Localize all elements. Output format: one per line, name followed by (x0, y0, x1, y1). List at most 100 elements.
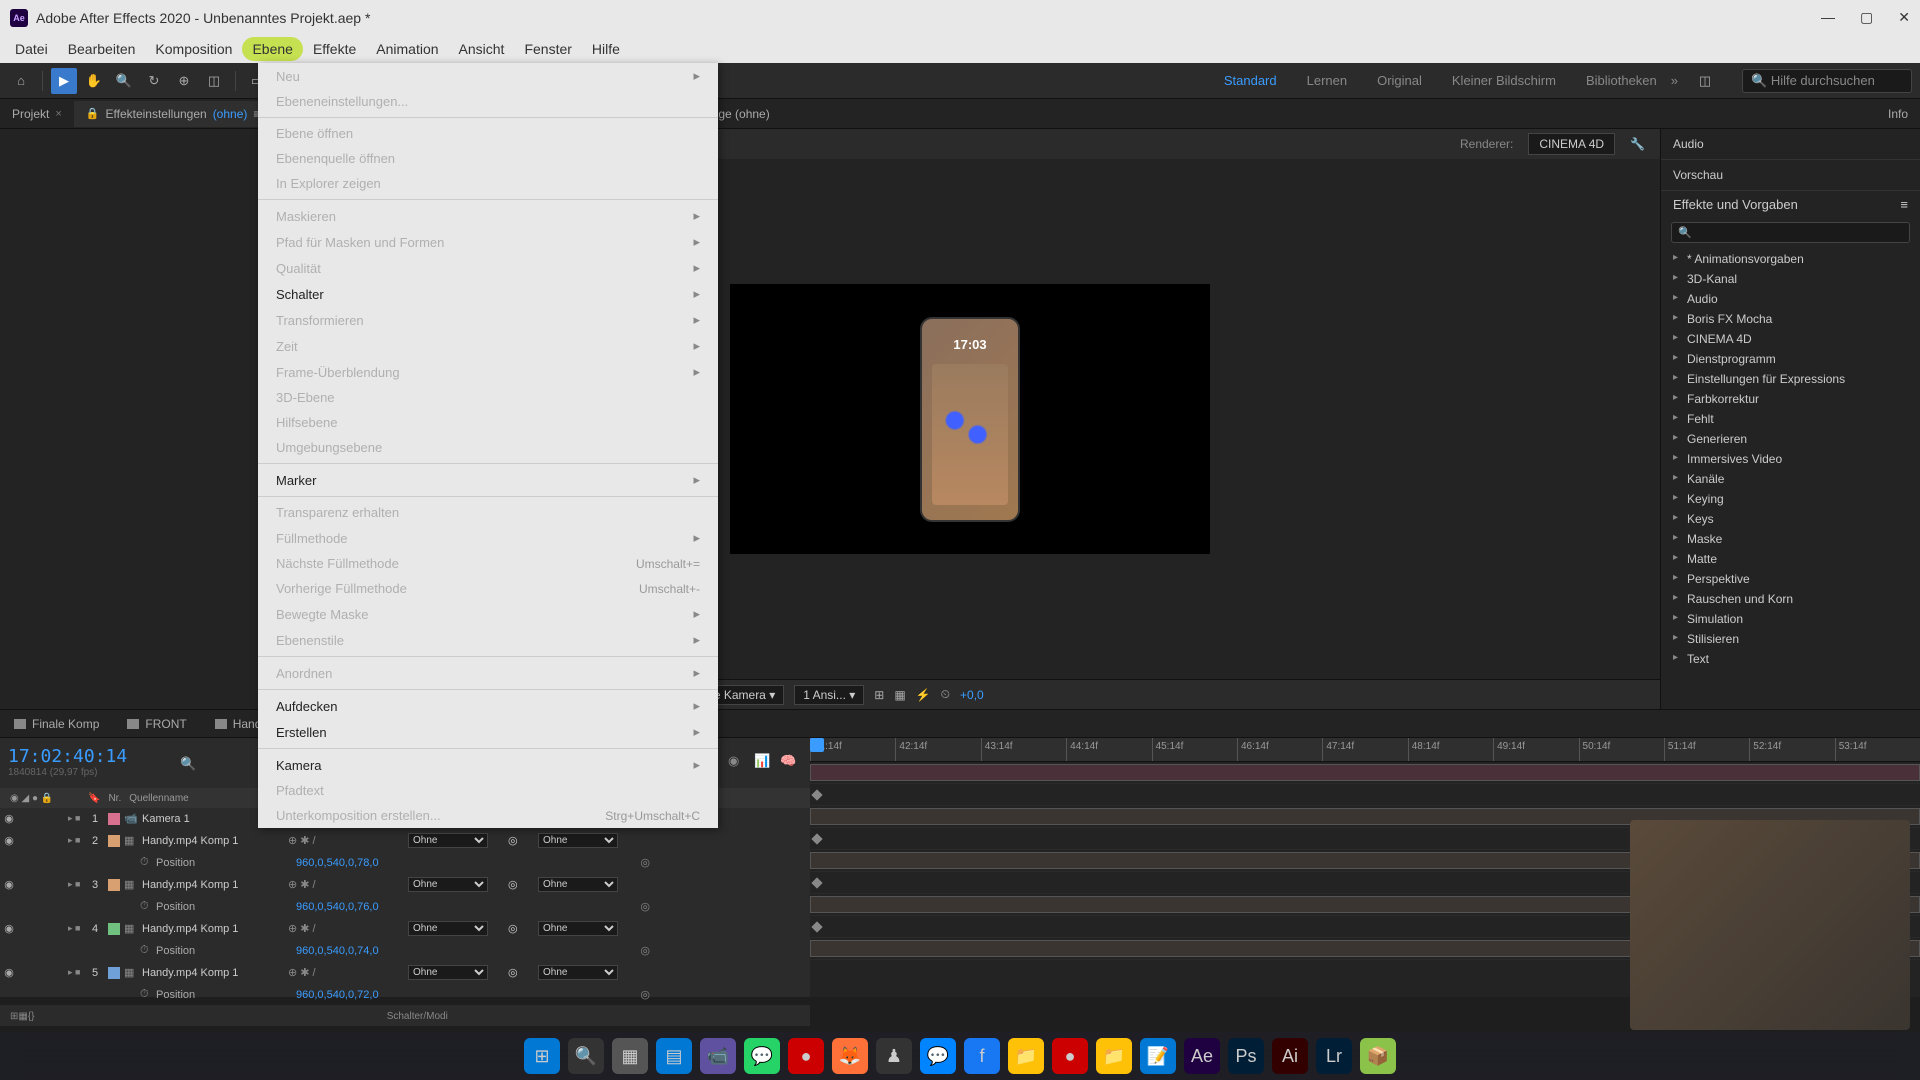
toggle-icon-3[interactable]: {} (28, 1011, 35, 1022)
effect-category[interactable]: Immersives Video (1673, 449, 1908, 469)
taskbar-app[interactable]: f (964, 1038, 1000, 1074)
effect-category[interactable]: Matte (1673, 549, 1908, 569)
effect-category[interactable]: Maske (1673, 529, 1908, 549)
effect-category[interactable]: Simulation (1673, 609, 1908, 629)
menu-bearbeiten[interactable]: Bearbeiten (58, 37, 146, 61)
taskbar-app[interactable]: 💬 (920, 1038, 956, 1074)
selection-tool[interactable]: ▶ (51, 68, 77, 94)
graph-icon[interactable]: 📊 (754, 753, 774, 773)
timeline-tab[interactable]: FRONT (113, 711, 200, 737)
pixel-icon[interactable]: ▦ (894, 688, 905, 702)
effect-category[interactable]: 3D-Kanal (1673, 269, 1908, 289)
effect-category[interactable]: Fehlt (1673, 409, 1908, 429)
effect-category[interactable]: * Animationsvorgaben (1673, 249, 1908, 269)
hand-tool[interactable]: ✋ (81, 68, 107, 94)
layer-row[interactable]: ◉▸ ■3▦Handy.mp4 Komp 1⊕ ✱ /Ohne◎Ohne (0, 874, 810, 896)
taskbar-app[interactable]: ● (1052, 1038, 1088, 1074)
toggle-icon-2[interactable]: ▦ (18, 1011, 27, 1022)
menu-item-kamera[interactable]: Kamera▸ (258, 752, 718, 778)
timeline-timecode[interactable]: 17:02:40:14 (8, 746, 172, 767)
exposure-value[interactable]: +0,0 (960, 688, 984, 702)
effect-category[interactable]: Stilisieren (1673, 629, 1908, 649)
taskbar-app[interactable]: 📝 (1140, 1038, 1176, 1074)
timeline-tab[interactable]: Finale Komp (0, 711, 113, 737)
menu-effekte[interactable]: Effekte (303, 37, 366, 61)
taskbar-app[interactable]: Ae (1184, 1038, 1220, 1074)
camera-tool[interactable]: ◫ (201, 68, 227, 94)
views-select[interactable]: 1 Ansi... ▾ (794, 685, 864, 705)
preview-section[interactable]: Vorschau (1661, 160, 1920, 191)
effect-category[interactable]: Keys (1673, 509, 1908, 529)
menu-ansicht[interactable]: Ansicht (449, 37, 515, 61)
composition-viewport[interactable]: 17:03 (730, 284, 1210, 554)
help-search[interactable]: 🔍 Hilfe durchsuchen (1742, 69, 1912, 93)
taskbar-app[interactable]: 📦 (1360, 1038, 1396, 1074)
effect-category[interactable]: Audio (1673, 289, 1908, 309)
effects-search[interactable]: 🔍 (1671, 222, 1910, 243)
timeline-ruler[interactable]: 41:14f42:14f43:14f44:14f45:14f46:14f47:1… (810, 738, 1920, 762)
grid-icon[interactable]: ⊞ (874, 688, 884, 702)
property-row[interactable]: ⏱Position960,0,540,0,72,0◎ (0, 984, 810, 1006)
taskbar-app[interactable]: ♟ (876, 1038, 912, 1074)
taskbar-app[interactable]: 📁 (1096, 1038, 1132, 1074)
menu-ebene[interactable]: Ebene (242, 37, 302, 61)
workspace-lernen[interactable]: Lernen (1307, 73, 1347, 88)
brain-icon[interactable]: 🧠 (780, 753, 800, 773)
menu-datei[interactable]: Datei (5, 37, 58, 61)
layer-row[interactable]: ◉▸ ■2▦Handy.mp4 Komp 1⊕ ✱ /Ohne◎Ohne (0, 830, 810, 852)
effects-presets-header[interactable]: Effekte und Vorgaben≡ (1661, 191, 1920, 218)
property-row[interactable]: ⏱Position960,0,540,0,74,0◎ (0, 940, 810, 962)
menu-item-schalter[interactable]: Schalter▸ (258, 281, 718, 307)
info-tab[interactable]: Info (1876, 101, 1920, 127)
taskbar-app[interactable]: ▤ (656, 1038, 692, 1074)
project-tab[interactable]: Projekt× (0, 101, 74, 127)
effect-category[interactable]: Keying (1673, 489, 1908, 509)
menu-item-aufdecken[interactable]: Aufdecken▸ (258, 693, 718, 719)
effect-category[interactable]: Text (1673, 649, 1908, 669)
fast-preview-icon[interactable]: ⚡ (916, 688, 931, 702)
menu-komposition[interactable]: Komposition (145, 37, 242, 61)
workspace-bibliotheken[interactable]: Bibliotheken (1586, 73, 1657, 88)
taskbar-app[interactable]: 🦊 (832, 1038, 868, 1074)
taskbar-app[interactable]: 📹 (700, 1038, 736, 1074)
taskbar-app[interactable]: 🔍 (568, 1038, 604, 1074)
property-row[interactable]: ⏱Position960,0,540,0,78,0◎ (0, 852, 810, 874)
effect-category[interactable]: CINEMA 4D (1673, 329, 1908, 349)
menu-item-marker[interactable]: Marker▸ (258, 467, 718, 493)
taskbar-app[interactable]: Ai (1272, 1038, 1308, 1074)
workspace-standard[interactable]: Standard (1224, 73, 1277, 88)
workspace-original[interactable]: Original (1377, 73, 1422, 88)
workspace-kleiner bildschirm[interactable]: Kleiner Bildschirm (1452, 73, 1556, 88)
maximize-button[interactable]: ▢ (1860, 9, 1873, 26)
close-button[interactable]: ✕ (1898, 9, 1910, 26)
taskbar-app[interactable]: ● (788, 1038, 824, 1074)
zoom-tool[interactable]: 🔍 (111, 68, 137, 94)
taskbar-app[interactable]: ⊞ (524, 1038, 560, 1074)
effect-category[interactable]: Farbkorrektur (1673, 389, 1908, 409)
audio-section[interactable]: Audio (1661, 129, 1920, 160)
playhead[interactable] (810, 738, 824, 752)
effect-controls-tab[interactable]: 🔒 Effekteinstellungen (ohne) ≡ (74, 101, 273, 127)
effect-category[interactable]: Einstellungen für Expressions (1673, 369, 1908, 389)
renderer-value[interactable]: CINEMA 4D (1528, 133, 1615, 155)
timeline-icon[interactable]: ⏲ (941, 687, 950, 702)
panel-toggle[interactable]: ◫ (1692, 68, 1718, 94)
rotation-tool[interactable]: ⊕ (171, 68, 197, 94)
layer-row[interactable]: ◉▸ ■4▦Handy.mp4 Komp 1⊕ ✱ /Ohne◎Ohne (0, 918, 810, 940)
property-row[interactable]: ⏱Position960,0,540,0,76,0◎ (0, 896, 810, 918)
home-tool[interactable]: ⌂ (8, 68, 34, 94)
layer-row[interactable]: ◉▸ ■5▦Handy.mp4 Komp 1⊕ ✱ /Ohne◎Ohne (0, 962, 810, 984)
renderer-settings-icon[interactable]: 🔧 (1630, 137, 1645, 151)
orbit-tool[interactable]: ↻ (141, 68, 167, 94)
menu-hilfe[interactable]: Hilfe (582, 37, 630, 61)
taskbar-app[interactable]: ▦ (612, 1038, 648, 1074)
taskbar-app[interactable]: Lr (1316, 1038, 1352, 1074)
effect-category[interactable]: Kanäle (1673, 469, 1908, 489)
taskbar-app[interactable]: Ps (1228, 1038, 1264, 1074)
menu-fenster[interactable]: Fenster (514, 37, 581, 61)
effect-category[interactable]: Boris FX Mocha (1673, 309, 1908, 329)
effect-category[interactable]: Generieren (1673, 429, 1908, 449)
minimize-button[interactable]: — (1821, 9, 1835, 26)
motion-blur-icon[interactable]: ◉ (728, 753, 748, 773)
taskbar-app[interactable]: 📁 (1008, 1038, 1044, 1074)
